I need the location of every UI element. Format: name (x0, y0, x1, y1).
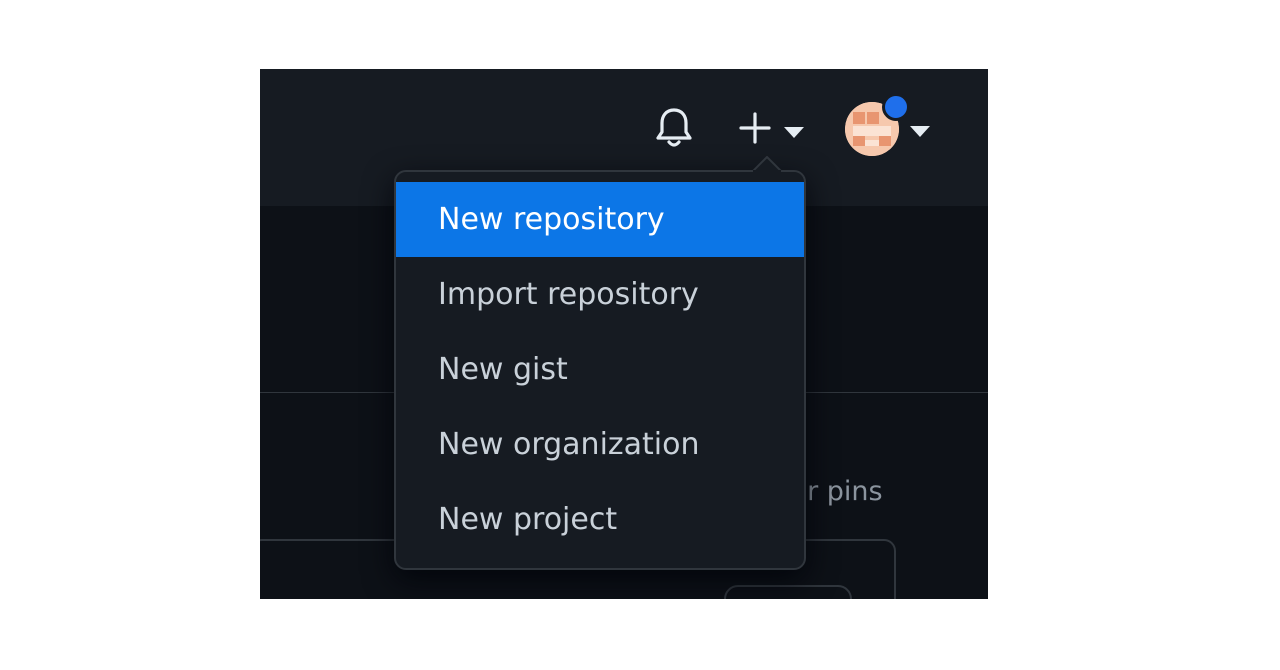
create-new-button[interactable] (734, 107, 810, 149)
menu-item-new-organization[interactable]: New organization (396, 407, 804, 482)
user-menu-button[interactable] (844, 93, 934, 159)
notification-dot (882, 93, 910, 121)
caret-down-icon (910, 122, 930, 137)
create-new-dropdown-menu: New repository Import repository New gist N… (394, 155, 806, 570)
menu-item-list: New repository Import repository New gist N… (396, 182, 804, 557)
menu-item-new-repository[interactable]: New repository (396, 182, 804, 257)
card-action-button[interactable] (724, 585, 852, 599)
plus-icon (738, 111, 772, 145)
menu-item-import-repository[interactable]: Import repository (396, 257, 804, 332)
menu-item-new-gist[interactable]: New gist (396, 332, 804, 407)
menu-pointer-arrow (749, 155, 785, 174)
bell-icon[interactable] (654, 106, 694, 150)
menu-item-new-project[interactable]: New project (396, 482, 804, 557)
caret-down-icon (784, 123, 804, 138)
github-window: ur pins New repository Import repository… (260, 69, 988, 599)
